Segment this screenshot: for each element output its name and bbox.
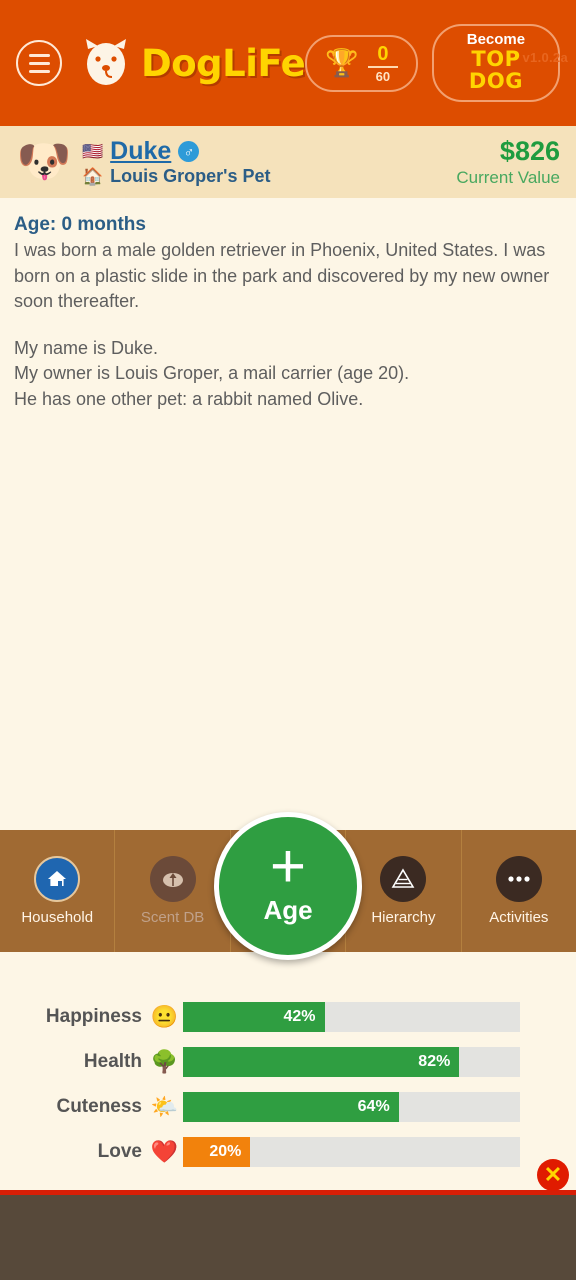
footer-bar bbox=[0, 1195, 576, 1280]
trophy-total: 60 bbox=[375, 68, 391, 84]
nav-item-household[interactable]: Household bbox=[0, 830, 116, 952]
nav-label-household: Household bbox=[21, 909, 94, 926]
pyramid-icon bbox=[380, 856, 427, 902]
stat-row: Love ❤️ 20% bbox=[0, 1133, 548, 1170]
dog-nose-icon bbox=[149, 856, 196, 902]
stat-label-happiness: Happiness bbox=[45, 1005, 142, 1027]
stat-track-cuteness: 64% bbox=[183, 1091, 520, 1122]
close-x-icon[interactable]: ✕ bbox=[537, 1159, 569, 1191]
menu-bar-2 bbox=[28, 61, 50, 65]
trophy-fraction: 0 60 bbox=[367, 42, 398, 84]
stat-row: Cuteness 🌤️ 64% bbox=[0, 1088, 548, 1125]
stat-label-cuteness: Cuteness bbox=[56, 1095, 142, 1117]
nav-label-activities: Activities bbox=[489, 909, 549, 926]
current-value-amount: $826 bbox=[499, 136, 560, 167]
dog-face-logo-icon bbox=[86, 39, 126, 85]
app-header: v1.0.2a DogLiFe 🏆 0 60 Become TOP DOG bbox=[0, 0, 576, 126]
current-value-box: $826 Current Value bbox=[456, 136, 560, 187]
stat-fill-love: 20% bbox=[183, 1136, 251, 1167]
character-bar: 🐶 🇺🇸 Duke ♂ 🏠 Louis Groper's Pet $826 Cu… bbox=[0, 126, 576, 198]
nav-item-hierarchy[interactable]: Hierarchy bbox=[346, 830, 462, 952]
stat-pct-happiness: 42% bbox=[283, 1007, 316, 1025]
character-owner: Louis Groper's Pet bbox=[110, 166, 271, 187]
stats-panel: Happiness 😐 42% Health 🌳 82% Cuteness 🌤️ bbox=[0, 998, 576, 1170]
male-gender-icon: ♂ bbox=[178, 141, 200, 163]
trophy-current: 0 bbox=[377, 42, 389, 65]
stat-fill-happiness: 42% bbox=[183, 1001, 325, 1032]
stat-row: Health 🌳 82% bbox=[0, 1043, 548, 1080]
stat-track-happiness: 42% bbox=[183, 1001, 520, 1032]
stat-pct-health: 82% bbox=[418, 1052, 451, 1070]
house-icon bbox=[34, 856, 81, 902]
character-name-row: 🇺🇸 Duke ♂ bbox=[82, 137, 270, 166]
story-content: Age: 0 months I was born a male golden r… bbox=[0, 198, 576, 412]
stat-pct-cuteness: 64% bbox=[357, 1097, 390, 1115]
brand-logo: DogLiFe bbox=[80, 37, 306, 89]
app-screen: v1.0.2a DogLiFe 🏆 0 60 Become TOP DOG 🐶 … bbox=[0, 0, 576, 1280]
stat-track-health: 82% bbox=[183, 1046, 520, 1077]
hamburger-menu-icon[interactable] bbox=[16, 40, 62, 86]
sun-behind-cloud-icon: 🌤️ bbox=[150, 1093, 179, 1119]
age-button[interactable]: + Age bbox=[214, 812, 362, 960]
stat-gap-2 bbox=[0, 1080, 548, 1088]
story-text: I was born a male golden retriever in Ph… bbox=[14, 238, 562, 412]
stat-row: Happiness 😐 42% bbox=[0, 998, 548, 1035]
story-line-3: He has one other pet: a rabbit named Oli… bbox=[14, 388, 364, 409]
red-heart-icon: ❤️ bbox=[150, 1138, 179, 1164]
nav-label-hierarchy: Hierarchy bbox=[371, 909, 436, 926]
character-name[interactable]: Duke bbox=[110, 137, 171, 166]
age-button-label: Age bbox=[263, 895, 313, 926]
tree-icon: 🌳 bbox=[150, 1048, 179, 1074]
us-flag-icon: 🇺🇸 bbox=[82, 141, 104, 161]
stat-track-love: 20% bbox=[183, 1136, 520, 1167]
stat-label-love: Love bbox=[97, 1140, 142, 1162]
story-line-1: My name is Duke. bbox=[14, 337, 159, 358]
age-heading: Age: 0 months bbox=[14, 214, 146, 235]
plus-icon: + bbox=[269, 831, 307, 901]
trophy-counter-button[interactable]: 🏆 0 60 bbox=[305, 34, 418, 92]
logo-text: DogLiFe bbox=[141, 41, 306, 85]
menu-bar-3 bbox=[28, 69, 50, 73]
stat-pct-love: 20% bbox=[209, 1142, 242, 1160]
stat-fill-cuteness: 64% bbox=[183, 1091, 399, 1122]
dog-avatar-icon: 🐶 bbox=[16, 137, 72, 186]
story-line-2: My owner is Louis Groper, a mail carrier… bbox=[14, 363, 410, 384]
menu-bar-1 bbox=[28, 53, 50, 57]
stat-gap-1 bbox=[0, 1035, 548, 1043]
nav-label-scent-db: Scent DB bbox=[140, 909, 205, 926]
stat-fill-health: 82% bbox=[183, 1046, 460, 1077]
version-label: v1.0.2a bbox=[522, 50, 568, 65]
story-paragraph-1: I was born a male golden retriever in Ph… bbox=[14, 240, 550, 312]
character-owner-row: 🏠 Louis Groper's Pet bbox=[82, 166, 270, 187]
neutral-face-icon: 😐 bbox=[150, 1003, 179, 1029]
nav-item-activities[interactable]: Activities bbox=[462, 830, 576, 952]
trophy-icon: 🏆 bbox=[325, 47, 359, 78]
stat-gap-3 bbox=[0, 1125, 548, 1133]
close-glyph: ✕ bbox=[543, 1162, 563, 1187]
house-icon: 🏠 bbox=[82, 166, 104, 186]
stat-label-health: Health bbox=[83, 1050, 142, 1072]
story-gap bbox=[14, 315, 562, 336]
character-info: 🇺🇸 Duke ♂ 🏠 Louis Groper's Pet bbox=[82, 137, 270, 186]
ellipsis-icon bbox=[495, 856, 542, 902]
become-label: Become bbox=[466, 30, 526, 48]
current-value-label: Current Value bbox=[456, 167, 560, 187]
